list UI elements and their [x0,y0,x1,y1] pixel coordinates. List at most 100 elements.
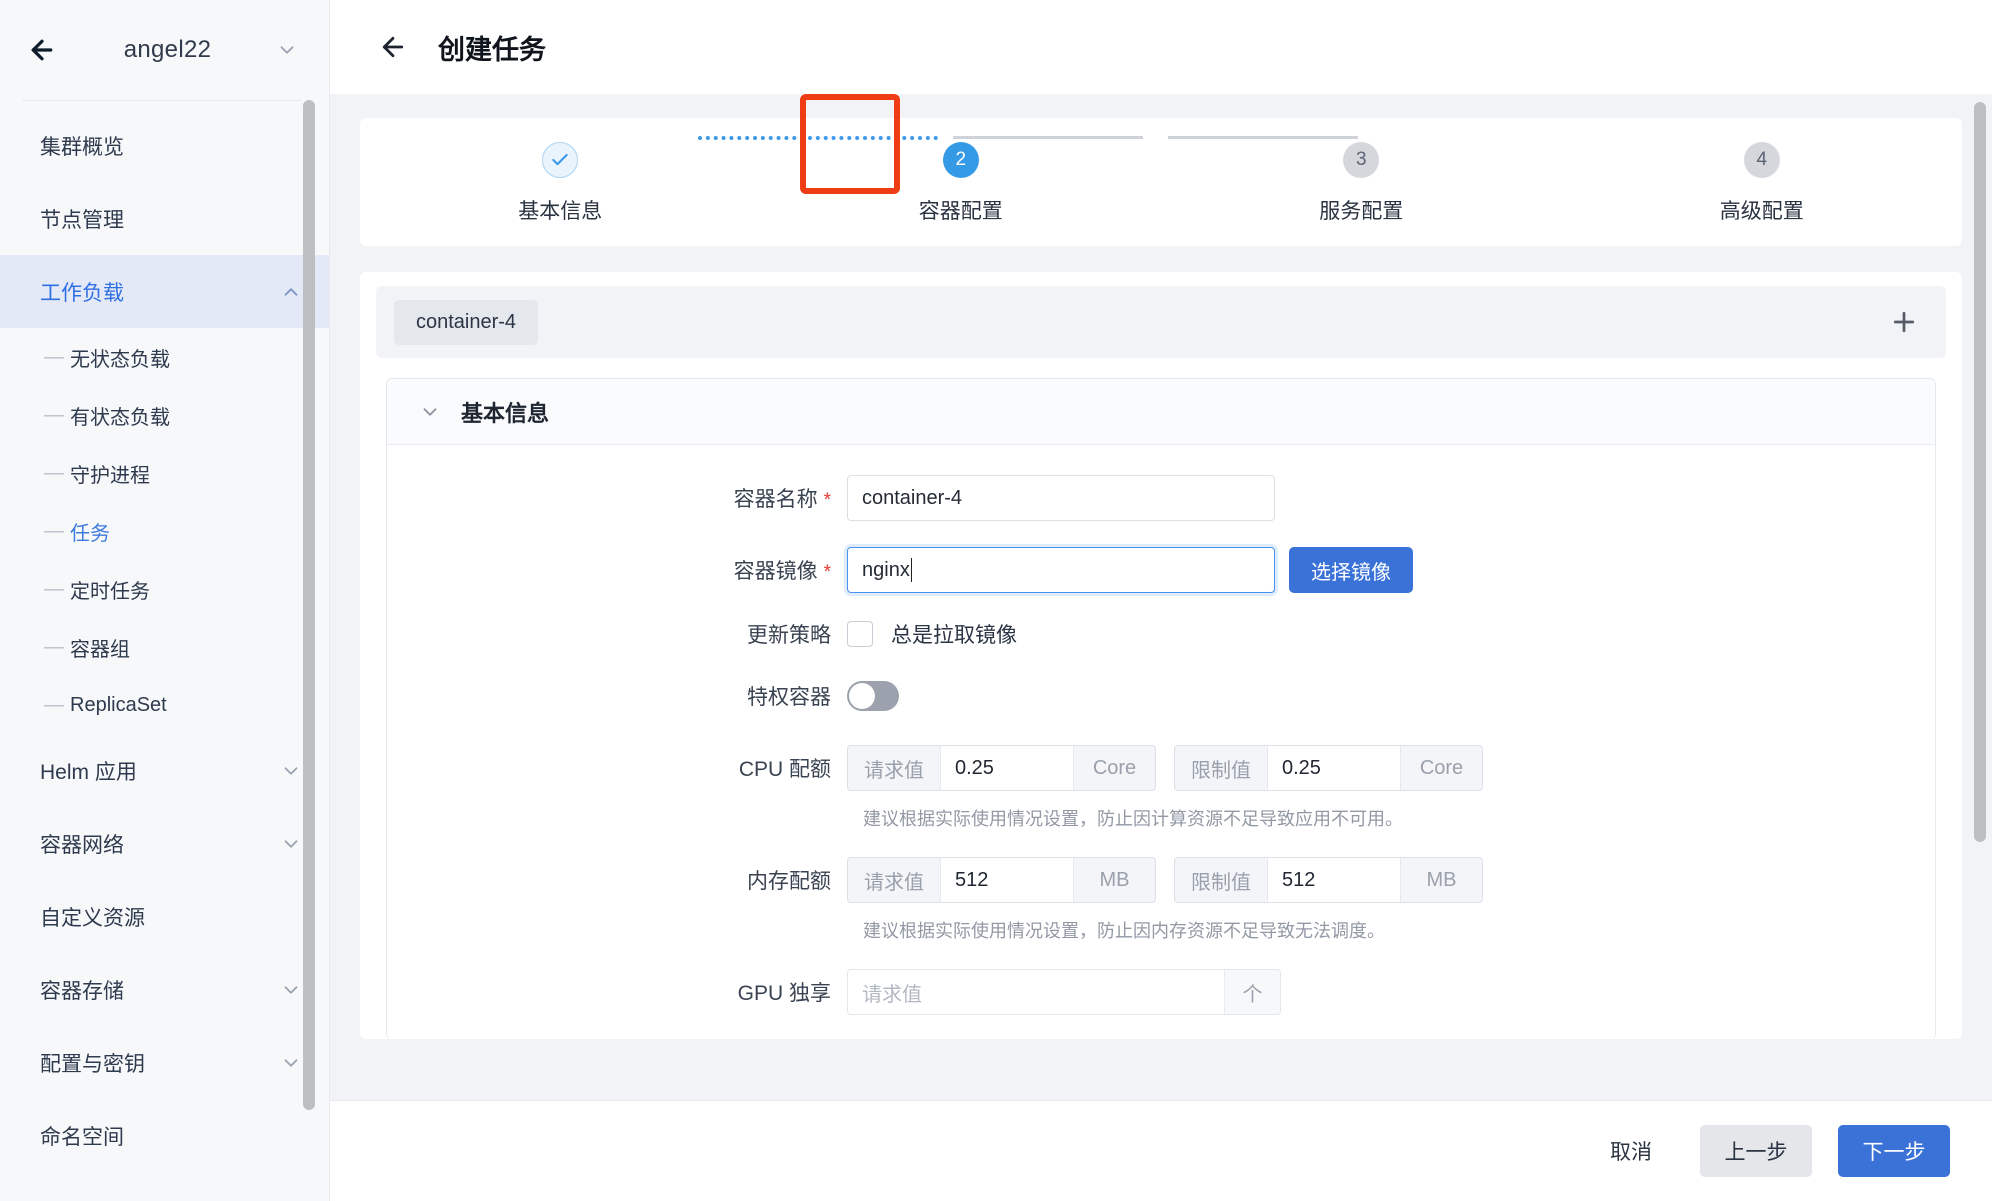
container-image-input[interactable]: nginx [847,547,1275,593]
label-text: 特权容器 [747,686,831,709]
previous-step-button[interactable]: 上一步 [1700,1125,1812,1177]
sidebar-item-container-network[interactable]: 容器网络 [0,807,329,880]
step-circle-1 [542,142,579,178]
chevron-down-icon [279,1051,303,1075]
memory-limit-unit: MB [1400,858,1482,902]
memory-quota-label: 内存配额 [387,865,847,895]
memory-quota-control: 请求值 512 MB 限制值 512 MB [847,857,1501,903]
memory-request-input[interactable]: 512 [941,858,1073,902]
field-row-privileged: 特权容器 [387,681,1935,711]
required-mark: * [823,562,831,583]
sidebar-item-label: Helm 应用 [40,760,137,784]
cluster-switcher-chevron-down-icon[interactable] [273,36,301,64]
sidebar-item-config-and-secrets[interactable]: 配置与密钥 [0,1026,329,1099]
always-pull-image-checkbox[interactable] [847,621,873,647]
sidebar-item-daemonset[interactable]: — 守护进程 [0,444,329,502]
select-image-button[interactable]: 选择镜像 [1289,547,1413,593]
page-title: 创建任务 [438,34,546,65]
update-policy-label: 更新策略 [387,619,847,649]
chevron-down-icon [279,832,303,856]
page-back-icon[interactable] [376,30,410,64]
cpu-limit-unit: Core [1400,746,1482,790]
main-content: 创建任务 基本信息 2 容器配置 3 服务配置 4 高级配置 container… [330,0,1992,1201]
basic-info-section: 基本信息 容器名称 * container-4 容器镜像 * nginx 选择镜… [386,378,1936,1039]
sidebar-item-label: 容器网络 [40,833,124,857]
sidebar-item-node-management[interactable]: 节点管理 [0,182,329,255]
sidebar-item-label: 容器存储 [40,979,124,1003]
cpu-quota-hint: 建议根据实际使用情况设置，防止因计算资源不足导致应用不可用。 [863,809,1403,829]
sidebar-item-label: 工作负载 [40,281,124,305]
step-container-config[interactable]: 2 容器配置 [761,142,1162,225]
next-step-button[interactable]: 下一步 [1838,1125,1950,1177]
field-row-update-policy: 更新策略 总是拉取镜像 [387,619,1935,649]
sidebar-scrollbar[interactable] [303,100,315,1110]
container-name-control: container-4 [847,475,1275,521]
dash-icon: — [44,345,64,368]
container-name-label: 容器名称 * [387,483,847,513]
chevron-down-icon [279,759,303,783]
sidebar-header: angel22 [0,0,329,100]
privileged-label: 特权容器 [387,681,847,711]
chevron-up-icon [279,280,303,304]
sidebar-item-label: 有状态负载 [70,406,170,429]
sidebar-item-label: 任务 [70,522,110,545]
cpu-limit-input[interactable]: 0.25 [1268,746,1400,790]
basic-info-section-header[interactable]: 基本信息 [387,379,1935,445]
container-tabbar: container-4 [376,286,1946,358]
step-service-config[interactable]: 3 服务配置 [1161,142,1562,225]
dash-icon: — [44,577,64,600]
sidebar-item-namespace[interactable]: 命名空间 [0,1099,329,1172]
step-advanced-config[interactable]: 4 高级配置 [1562,142,1963,225]
container-image-control: nginx 选择镜像 [847,547,1413,593]
basic-info-section-body: 容器名称 * container-4 容器镜像 * nginx 选择镜像 更新策… [387,445,1935,1039]
field-row-container-image: 容器镜像 * nginx 选择镜像 [387,547,1935,593]
main-scrollbar[interactable] [1974,102,1986,842]
step-circle-2: 2 [942,142,979,178]
privileged-toggle[interactable] [847,681,899,711]
stepper-card: 基本信息 2 容器配置 3 服务配置 4 高级配置 [360,94,1963,246]
sidebar-item-workloads[interactable]: 工作负载 [0,255,329,328]
container-name-input[interactable]: container-4 [847,475,1275,521]
memory-quota-hint: 建议根据实际使用情况设置，防止因内存资源不足导致无法调度。 [863,921,1385,941]
sidebar-item-cluster-overview[interactable]: 集群概览 [0,109,329,182]
sidebar-item-helm-apps[interactable]: Helm 应用 [0,734,329,807]
step-basic-info[interactable]: 基本信息 [360,142,761,225]
field-row-gpu: GPU 独享 请求值 个 [387,969,1935,1015]
gpu-unit: 个 [1224,970,1280,1014]
sidebar-item-label: 容器组 [70,638,130,661]
app-root: angel22 集群概览 节点管理 工作负载 — 无状态负载 — 有状态负载 —… [0,0,1992,1201]
plus-icon[interactable] [1884,302,1924,342]
cpu-quota-label: CPU 配额 [387,753,847,783]
cpu-request-unit: Core [1073,746,1155,790]
sidebar-item-cronjob[interactable]: — 定时任务 [0,560,329,618]
sidebar-item-pods[interactable]: — 容器组 [0,618,329,676]
field-row-container-name: 容器名称 * container-4 [387,475,1935,521]
sidebar-back-icon[interactable] [22,30,62,70]
sidebar-item-statefulset[interactable]: — 有状态负载 [0,386,329,444]
gpu-request-input[interactable]: 请求值 [848,970,1224,1014]
sidebar-item-custom-resources[interactable]: 自定义资源 [0,880,329,953]
step-label-2: 容器配置 [918,200,1003,223]
label-text: GPU 独享 [737,982,831,1005]
privileged-control [847,681,899,711]
sidebar-item-job[interactable]: — 任务 [0,502,329,560]
label-text: 容器镜像 [733,560,818,583]
sidebar-item-deployment[interactable]: — 无状态负载 [0,328,329,386]
sidebar-item-container-storage[interactable]: 容器存储 [0,953,329,1026]
step-label-3: 服务配置 [1319,200,1404,223]
container-tab-container-4[interactable]: container-4 [394,299,539,345]
memory-limit-group: 限制值 512 MB [1174,857,1483,903]
section-title: 基本信息 [461,400,550,426]
cpu-request-addon: 请求值 [848,746,941,790]
step-connector-1-2 [698,136,938,140]
cpu-limit-addon: 限制值 [1175,746,1268,790]
cpu-request-input[interactable]: 0.25 [941,746,1073,790]
dash-icon: — [44,519,64,542]
step-circle-4: 4 [1743,142,1780,178]
cancel-button[interactable]: 取消 [1588,1136,1674,1166]
sidebar-item-replicaset[interactable]: — ReplicaSet [0,676,329,734]
gpu-label: GPU 独享 [387,977,847,1007]
dash-icon: — [44,693,64,716]
memory-limit-input[interactable]: 512 [1268,858,1400,902]
step-connector-3-4 [1168,136,1358,139]
